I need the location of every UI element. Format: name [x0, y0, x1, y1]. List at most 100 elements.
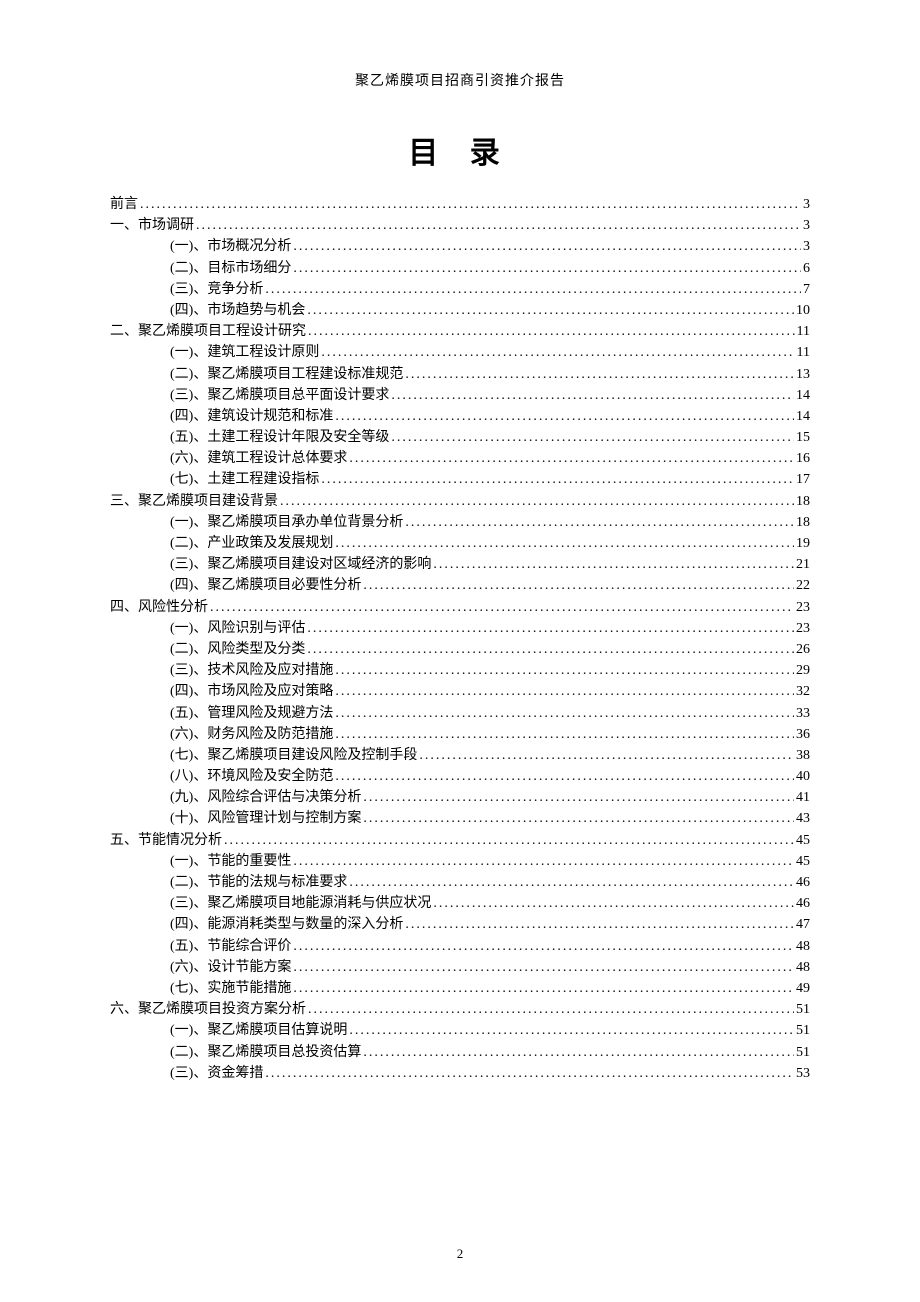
- toc-entry-page: 7: [803, 283, 810, 297]
- toc-entry-label: (五)、管理风险及规避方法: [170, 707, 333, 721]
- toc-entry-label: 六、聚乙烯膜项目投资方案分析: [110, 1003, 306, 1017]
- toc-entry-label: (一)、建筑工程设计原则: [170, 346, 319, 360]
- toc-entry[interactable]: 一、市场调研3: [110, 219, 810, 233]
- toc-entry-page: 18: [796, 516, 810, 530]
- toc-entry-label: (七)、土建工程建设指标: [170, 473, 319, 487]
- toc-entry-page: 46: [796, 876, 810, 890]
- toc-entry[interactable]: (六)、设计节能方案48: [110, 961, 810, 975]
- toc-entry-page: 29: [796, 664, 810, 678]
- toc-entry[interactable]: 前言3: [110, 198, 810, 212]
- toc-entry[interactable]: (一)、聚乙烯膜项目承办单位背景分析18: [110, 516, 810, 530]
- toc-entry-page: 48: [796, 940, 810, 954]
- toc-entry[interactable]: (八)、环境风险及安全防范40: [110, 770, 810, 784]
- toc-entry-page: 13: [796, 368, 810, 382]
- toc-entry-page: 43: [796, 812, 810, 826]
- toc-entry[interactable]: (二)、风险类型及分类26: [110, 643, 810, 657]
- toc-entry[interactable]: (五)、土建工程设计年限及安全等级15: [110, 431, 810, 445]
- toc-entry[interactable]: (一)、建筑工程设计原则 11: [110, 346, 810, 360]
- toc-entry[interactable]: (二)、目标市场细分6: [110, 262, 810, 276]
- toc-entry-page: 23: [796, 622, 810, 636]
- toc-entry-label: (二)、风险类型及分类: [170, 643, 305, 657]
- toc-leader-dots: [349, 876, 794, 890]
- toc-entry[interactable]: (三)、聚乙烯膜项目地能源消耗与供应状况46: [110, 897, 810, 911]
- toc-leader-dots: [293, 940, 794, 954]
- toc-leader-dots: [335, 664, 794, 678]
- toc-entry-label: 三、聚乙烯膜项目建设背景: [110, 495, 278, 509]
- toc-entry-page: 14: [796, 410, 810, 424]
- toc-entry[interactable]: (七)、实施节能措施49: [110, 982, 810, 996]
- toc-entry-page: 41: [796, 791, 810, 805]
- toc-entry[interactable]: (四)、市场风险及应对策略32: [110, 685, 810, 699]
- toc-title: 目 录: [110, 128, 810, 172]
- toc-leader-dots: [140, 198, 801, 212]
- toc-entry-label: (六)、财务风险及防范措施: [170, 728, 333, 742]
- toc-entry[interactable]: (三)、竞争分析7: [110, 283, 810, 297]
- toc-leader-dots: [293, 262, 801, 276]
- toc-entry[interactable]: 五、节能情况分析 45: [110, 834, 810, 848]
- toc-entry[interactable]: (十)、风险管理计划与控制方案 43: [110, 812, 810, 826]
- toc-entry[interactable]: (三)、资金筹措53: [110, 1067, 810, 1081]
- toc-entry-label: (一)、风险识别与评估: [170, 622, 305, 636]
- toc-entry[interactable]: (一)、风险识别与评估 23: [110, 622, 810, 636]
- toc-entry-label: 五、节能情况分析: [110, 834, 222, 848]
- toc-entry-page: 11: [797, 325, 810, 339]
- toc-leader-dots: [419, 749, 794, 763]
- toc-leader-dots: [265, 1067, 794, 1081]
- toc-leader-dots: [433, 558, 794, 572]
- toc-entry[interactable]: (六)、财务风险及防范措施36: [110, 728, 810, 742]
- toc-entry-page: 15: [796, 431, 810, 445]
- toc-leader-dots: [307, 622, 794, 636]
- toc-entry-page: 47: [796, 918, 810, 932]
- toc-entry[interactable]: (五)、节能综合评价 48: [110, 940, 810, 954]
- toc-entry[interactable]: (四)、能源消耗类型与数量的深入分析 47: [110, 918, 810, 932]
- toc-entry[interactable]: (二)、节能的法规与标准要求 46: [110, 876, 810, 890]
- toc-entry-page: 18: [796, 495, 810, 509]
- toc-leader-dots: [335, 728, 794, 742]
- toc-entry-page: 11: [797, 346, 810, 360]
- toc-entry[interactable]: (三)、技术风险及应对措施 29: [110, 664, 810, 678]
- toc-entry[interactable]: 三、聚乙烯膜项目建设背景 18: [110, 495, 810, 509]
- toc-entry-label: (二)、节能的法规与标准要求: [170, 876, 347, 890]
- toc-entry[interactable]: 四、风险性分析23: [110, 601, 810, 615]
- toc-entry-label: (六)、设计节能方案: [170, 961, 291, 975]
- toc-leader-dots: [391, 389, 794, 403]
- toc-leader-dots: [433, 897, 794, 911]
- toc-leader-dots: [405, 918, 794, 932]
- toc-entry-label: (四)、能源消耗类型与数量的深入分析: [170, 918, 403, 932]
- toc-entry[interactable]: (五)、管理风险及规避方法33: [110, 707, 810, 721]
- toc-entry-label: (三)、聚乙烯膜项目地能源消耗与供应状况: [170, 897, 431, 911]
- toc-entry[interactable]: 六、聚乙烯膜项目投资方案分析51: [110, 1003, 810, 1017]
- toc-entry[interactable]: (四)、建筑设计规范和标准14: [110, 410, 810, 424]
- toc-entry[interactable]: (一)、节能的重要性45: [110, 855, 810, 869]
- toc-entry-page: 3: [803, 240, 810, 254]
- toc-entry[interactable]: (一)、聚乙烯膜项目估算说明51: [110, 1024, 810, 1038]
- toc-leader-dots: [265, 283, 801, 297]
- toc-entry-label: (四)、市场趋势与机会: [170, 304, 305, 318]
- toc-leader-dots: [335, 537, 794, 551]
- toc-leader-dots: [321, 346, 794, 360]
- page-number: 2: [0, 1246, 920, 1262]
- toc-entry-label: 前言: [110, 198, 138, 212]
- toc-entry-page: 23: [796, 601, 810, 615]
- toc-entry[interactable]: (七)、土建工程建设指标17: [110, 473, 810, 487]
- toc-entry-label: (五)、节能综合评价: [170, 940, 291, 954]
- toc-entry[interactable]: (二)、聚乙烯膜项目总投资估算51: [110, 1046, 810, 1060]
- toc-entry[interactable]: (三)、聚乙烯膜项目建设对区域经济的影响21: [110, 558, 810, 572]
- toc-entry[interactable]: (二)、产业政策及发展规划19: [110, 537, 810, 551]
- toc-entry-label: (十)、风险管理计划与控制方案: [170, 812, 361, 826]
- toc-entry[interactable]: (一)、市场概况分析3: [110, 240, 810, 254]
- toc-entry[interactable]: (四)、市场趋势与机会10: [110, 304, 810, 318]
- toc-entry-label: (三)、技术风险及应对措施: [170, 664, 333, 678]
- table-of-contents: 前言3一、市场调研3(一)、市场概况分析3(二)、目标市场细分6(三)、竞争分析…: [110, 198, 810, 1081]
- toc-entry[interactable]: (七)、聚乙烯膜项目建设风险及控制手段38: [110, 749, 810, 763]
- toc-entry[interactable]: 二、聚乙烯膜项目工程设计研究11: [110, 325, 810, 339]
- toc-entry[interactable]: (九)、风险综合评估与决策分析41: [110, 791, 810, 805]
- toc-entry-label: (二)、聚乙烯膜项目工程建设标准规范: [170, 368, 403, 382]
- toc-entry[interactable]: (二)、聚乙烯膜项目工程建设标准规范 13: [110, 368, 810, 382]
- toc-entry[interactable]: (三)、聚乙烯膜项目总平面设计要求14: [110, 389, 810, 403]
- toc-entry-page: 45: [796, 834, 810, 848]
- toc-entry[interactable]: (四)、聚乙烯膜项目必要性分析22: [110, 579, 810, 593]
- toc-entry-page: 16: [796, 452, 810, 466]
- toc-entry[interactable]: (六)、建筑工程设计总体要求16: [110, 452, 810, 466]
- toc-entry-page: 40: [796, 770, 810, 784]
